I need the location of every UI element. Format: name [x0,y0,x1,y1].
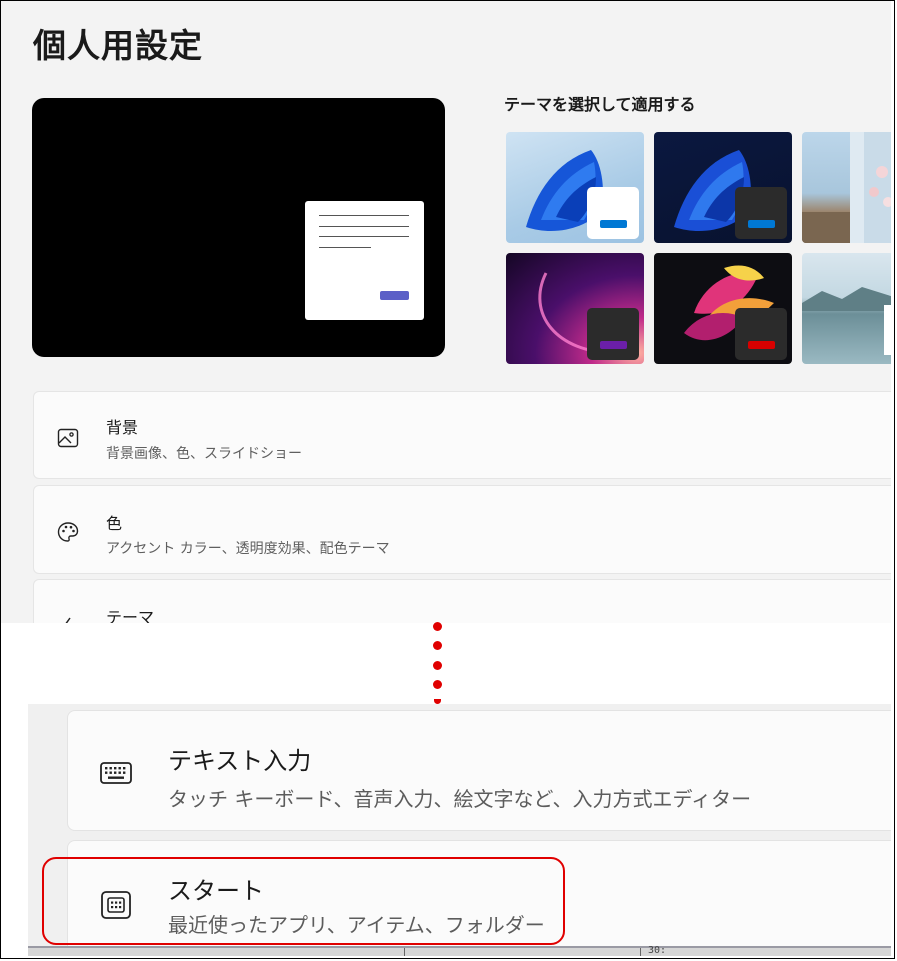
theme-badge [587,187,639,239]
separator-dot [433,641,442,650]
separator-dot [433,680,442,689]
ruler-tick [640,948,641,956]
settings-card-colors[interactable]: 色 アクセント カラー、透明度効果、配色テーマ [33,485,891,574]
settings-card-text-input[interactable]: テキスト入力 タッチ キーボード、音声入力、絵文字など、入力方式エディター [67,710,891,831]
theme-accent-swatch [748,341,775,349]
personalization-panel: 個人用設定 テーマを選択して適用する 背景 背景画像、色、スライドショー 色 ア… [1,1,891,623]
settings-card-themes[interactable]: テーマ [33,579,891,623]
image-icon [57,428,79,448]
page-title: 個人用設定 [33,26,203,65]
card-title: テーマ [106,608,155,623]
card-title: 背景 [106,418,139,437]
card-subtitle: タッチ キーボード、音声入力、絵文字など、入力方式エディター [168,787,752,811]
themes-heading: テーマを選択して適用する [504,95,696,114]
separator-dot [433,661,442,670]
card-subtitle: アクセント カラー、透明度効果、配色テーマ [106,541,390,557]
keyboard-icon [100,762,132,784]
highlight-box [42,857,565,945]
theme-thumbnail-windows-dark[interactable] [654,132,792,243]
theme-accent-swatch [600,220,627,228]
brush-icon [65,617,71,623]
theme-badge [735,187,787,239]
settings-card-background[interactable]: 背景 背景画像、色、スライドショー [33,391,891,479]
theme-thumbnail-flow[interactable] [802,253,891,364]
landscape-image [802,132,891,243]
preview-window [305,201,424,320]
preview-line [319,215,409,216]
card-title: テキスト入力 [168,747,312,775]
palette-icon [57,522,79,542]
theme-preview [32,98,445,357]
preview-button [380,291,409,300]
preview-line [319,236,409,237]
theme-badge [735,308,787,360]
separator-dot [433,622,442,631]
card-title: 色 [106,514,123,533]
card-subtitle: 背景画像、色、スライドショー [106,446,302,462]
theme-accent-swatch [748,220,775,228]
theme-accent-swatch [600,341,627,349]
status-strip: 30: [28,945,891,956]
ruler-tick [404,948,405,956]
theme-thumbnail-spring-bloom[interactable] [802,132,891,243]
theme-thumbnail-captured-motion[interactable] [654,253,792,364]
preview-line [319,226,409,227]
theme-thumbnail-windows-light[interactable] [506,132,644,243]
theme-thumbnail-glow[interactable] [506,253,644,364]
theme-badge [587,308,639,360]
ruler-number: 30: [648,945,667,956]
preview-line [319,247,371,248]
lake-image [802,287,891,355]
